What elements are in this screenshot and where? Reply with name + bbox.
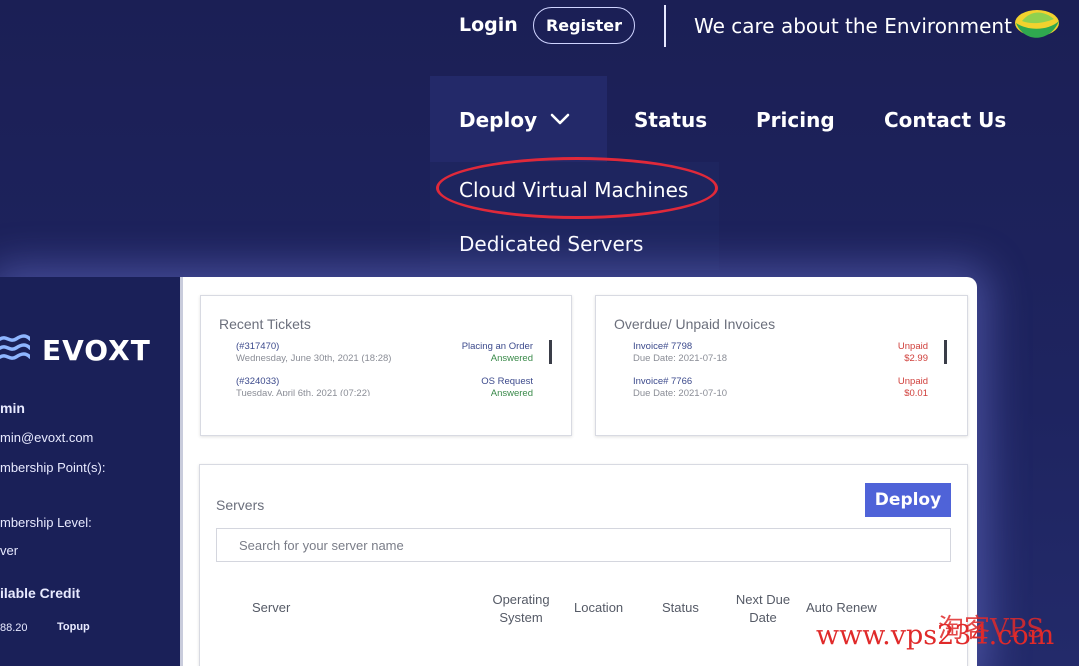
nav-pricing[interactable]: Pricing xyxy=(756,108,835,132)
column-header-due-line2: Date xyxy=(749,610,777,625)
recent-tickets-card: Recent Tickets (#317470) Wednesday, June… xyxy=(200,295,572,436)
nav-contact-us[interactable]: Contact Us xyxy=(884,108,1006,132)
column-header-next-due-date[interactable]: Next Due Date xyxy=(730,591,796,627)
column-header-location[interactable]: Location xyxy=(574,599,623,617)
recent-tickets-title: Recent Tickets xyxy=(219,316,311,332)
menu-item-dedicated-servers[interactable]: Dedicated Servers xyxy=(459,232,643,256)
sidebar-points-label: mbership Point(s): xyxy=(0,460,106,475)
invoice-id[interactable]: Invoice# 7798 xyxy=(633,341,692,352)
invoice-id[interactable]: Invoice# 7766 xyxy=(633,376,692,387)
servers-title: Servers xyxy=(216,497,265,513)
ticket-id[interactable]: (#317470) xyxy=(236,341,279,352)
unpaid-invoices-title: Overdue/ Unpaid Invoices xyxy=(614,316,776,332)
invoices-scrollbar[interactable] xyxy=(944,340,947,364)
invoice-amount: $0.01 xyxy=(904,388,928,396)
ticket-status: Answered xyxy=(490,353,533,364)
header-divider xyxy=(664,5,666,47)
column-header-server[interactable]: Server xyxy=(252,599,290,617)
nav-status[interactable]: Status xyxy=(634,108,707,132)
top-bar: Login Register We care about the Environ… xyxy=(0,0,1079,52)
sidebar-credit-value: 88.20 xyxy=(0,622,28,634)
evoxt-logo-text: EVOXT xyxy=(42,334,151,367)
ticket-status: Answered xyxy=(490,388,533,396)
sidebar-credit-label: ilable Credit xyxy=(0,585,81,601)
server-search-input[interactable]: Search for your server name xyxy=(216,528,951,562)
chevron-down-icon[interactable] xyxy=(550,112,570,126)
sidebar-username: min xyxy=(0,400,25,416)
ticket-subject: OS Request xyxy=(481,376,533,387)
sidebar-email: min@evoxt.com xyxy=(0,430,94,445)
sidebar-level-value: ver xyxy=(0,543,19,558)
invoice-due-date: Due Date: 2021-07-18 xyxy=(633,353,728,364)
ticket-date: Wednesday, June 30th, 2021 (18:28) xyxy=(236,353,392,364)
unpaid-invoices-card: Overdue/ Unpaid Invoices Invoice# 7798 D… xyxy=(595,295,968,436)
column-header-due-line1: Next Due xyxy=(735,592,791,607)
column-header-operating-system[interactable]: Operating System xyxy=(484,591,558,627)
tickets-scrollbar[interactable] xyxy=(549,340,552,364)
invoice-due-date: Due Date: 2021-07-10 xyxy=(633,388,728,396)
highlight-annotation-ring xyxy=(436,157,718,219)
column-header-auto-renew[interactable]: Auto Renew xyxy=(806,599,877,617)
column-header-os-line1: Operating xyxy=(492,592,550,607)
invoice-status: Unpaid xyxy=(897,341,928,352)
ticket-date: Tuesday, April 6th, 2021 (07:22) xyxy=(236,388,371,396)
column-header-status[interactable]: Status xyxy=(662,599,699,617)
nav-deploy[interactable]: Deploy xyxy=(459,108,537,132)
sidebar-level-label: mbership Level: xyxy=(0,515,92,530)
evoxt-logo-icon xyxy=(0,334,30,360)
deploy-server-button[interactable]: Deploy xyxy=(865,483,951,517)
ticket-id[interactable]: (#324033) xyxy=(236,376,279,387)
register-button[interactable]: Register xyxy=(533,7,635,44)
invoice-amount: $2.99 xyxy=(904,353,928,364)
environment-tagline: We care about the Environment xyxy=(694,14,1012,38)
leaf-icon xyxy=(1015,10,1059,38)
login-link[interactable]: Login xyxy=(459,14,518,36)
topup-link[interactable]: Topup xyxy=(57,621,90,633)
invoice-status: Unpaid xyxy=(897,376,928,387)
watermark-cn: 淘客VPS xyxy=(938,614,1045,644)
column-header-os-line2: System xyxy=(499,610,543,625)
ticket-subject: Placing an Order xyxy=(461,341,533,352)
